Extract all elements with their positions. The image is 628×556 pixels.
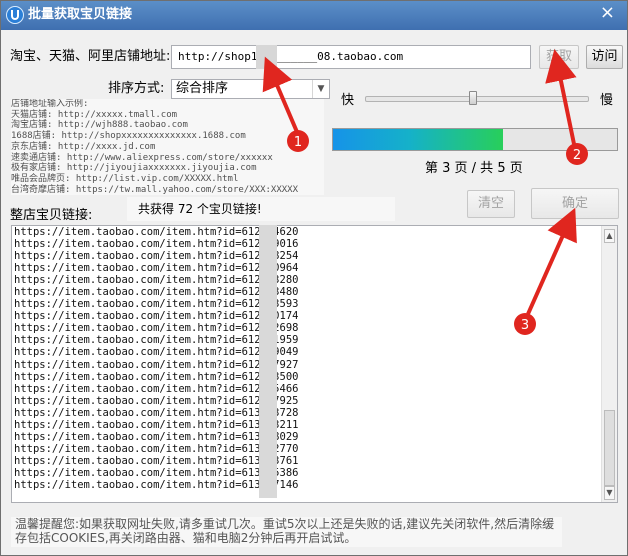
example-line: 店铺地址输入示例: bbox=[11, 99, 89, 109]
example-line: 速卖通店铺: http://www.aliexpress.com/store/x… bbox=[11, 152, 273, 163]
app-window: 批量获取宝贝链接 × 淘宝、天猫、阿里店铺地址: http://shop147_… bbox=[0, 0, 628, 556]
store-url-label: 淘宝、天猫、阿里店铺地址: bbox=[10, 49, 171, 64]
scroll-down-icon[interactable]: ▼ bbox=[604, 486, 615, 500]
result-link-row: https://item.taobao.com/item.htm?id=6129… bbox=[14, 382, 299, 395]
result-link-row: https://item.taobao.com/item.htm?id=6127… bbox=[14, 322, 299, 335]
example-line: 京东店铺: http://xxxx.jd.com bbox=[11, 141, 156, 152]
result-link-row: https://item.taobao.com/item.htm?id=6127… bbox=[14, 346, 299, 359]
result-link-row: https://item.taobao.com/item.htm?id=6134… bbox=[14, 478, 299, 491]
example-line: 台湾奇摩店铺: https://tw.mall.yahoo.com/store/… bbox=[11, 184, 298, 195]
scroll-thumb[interactable] bbox=[604, 410, 615, 486]
result-link-row: https://item.taobao.com/item.htm?id=6126… bbox=[14, 274, 299, 287]
speed-slider-thumb[interactable] bbox=[468, 91, 477, 105]
result-link-row: https://item.taobao.com/item.htm?id=6130… bbox=[14, 418, 299, 431]
app-logo-icon bbox=[6, 6, 24, 24]
tip-message: 温馨提醒您:如果获取网址失败,请多重试几次。重试5次以上还是失败的话,建议先关闭… bbox=[11, 517, 562, 547]
window-title: 批量获取宝贝链接 bbox=[28, 7, 133, 22]
page-progress-bar bbox=[332, 128, 618, 151]
result-link-row: https://item.taobao.com/item.htm?id=6123… bbox=[14, 250, 299, 263]
result-link-row: https://item.taobao.com/item.htm?id=6127… bbox=[14, 298, 299, 311]
sort-select[interactable]: 综合排序 ▼ bbox=[171, 79, 330, 99]
result-link-row: https://item.taobao.com/item.htm?id=6120… bbox=[14, 226, 299, 238]
link-id-redaction bbox=[259, 225, 277, 498]
result-link-row: https://item.taobao.com/item.htm?id=6129… bbox=[14, 370, 299, 383]
result-link-row: https://item.taobao.com/item.htm?id=6127… bbox=[14, 286, 299, 299]
result-link-row: https://item.taobao.com/item.htm?id=6127… bbox=[14, 334, 299, 347]
speed-slider-track[interactable] bbox=[365, 96, 589, 102]
title-bar[interactable]: 批量获取宝贝链接 × bbox=[1, 1, 627, 30]
result-count-status: 共获得 72 个宝贝链接! bbox=[127, 197, 395, 221]
results-label: 整店宝贝链接: bbox=[10, 208, 93, 223]
speed-slow-label: 慢 bbox=[600, 93, 614, 108]
page-progress-text: 第 3 页 / 共 5 页 bbox=[425, 161, 523, 176]
progress-fill bbox=[333, 129, 504, 150]
fetch-button[interactable]: 获取 bbox=[539, 45, 579, 69]
result-links-list[interactable]: https://item.taobao.com/item.htm?id=6120… bbox=[11, 225, 618, 503]
sort-label: 排序方式: bbox=[108, 81, 165, 96]
tip-text: 温馨提醒您:如果获取网址失败,请多重试几次。重试5次以上还是失败的话,建议先关闭… bbox=[15, 517, 555, 545]
close-icon[interactable]: × bbox=[600, 3, 615, 23]
result-link-row: https://item.taobao.com/item.htm?id=6132… bbox=[14, 454, 299, 467]
result-link-row: https://item.taobao.com/item.htm?id=6131… bbox=[14, 430, 299, 443]
result-link-row: https://item.taobao.com/item.htm?id=6129… bbox=[14, 394, 299, 407]
vertical-scrollbar[interactable]: ▲ ▼ bbox=[601, 226, 617, 502]
result-link-row: https://item.taobao.com/item.htm?id=6125… bbox=[14, 262, 299, 275]
example-line: 天猫店铺: http://xxxxx.tmall.com bbox=[11, 109, 178, 120]
confirm-button[interactable]: 确定 bbox=[531, 188, 619, 219]
scroll-up-icon[interactable]: ▲ bbox=[604, 229, 615, 243]
result-link-row: https://item.taobao.com/item.htm?id=6132… bbox=[14, 466, 299, 479]
result-link-row: https://item.taobao.com/item.htm?id=6130… bbox=[14, 406, 299, 419]
result-link-row: https://item.taobao.com/item.htm?id=6127… bbox=[14, 310, 299, 323]
example-line: 淘宝店铺: http://wjh888.taobao.com bbox=[11, 120, 188, 131]
example-line: 1688店铺: http://shopxxxxxxxxxxxxxx.1688.c… bbox=[11, 131, 246, 142]
speed-fast-label: 快 bbox=[341, 93, 355, 108]
example-line: 唯品会品牌页: http://list.vip.com/XXXXX.html bbox=[11, 173, 239, 184]
visit-button[interactable]: 访问 bbox=[586, 45, 623, 69]
result-links-content: https://item.taobao.com/item.htm?id=6120… bbox=[12, 226, 600, 502]
result-link-row: https://item.taobao.com/item.htm?id=6121… bbox=[14, 238, 299, 251]
result-link-row: https://item.taobao.com/item.htm?id=6131… bbox=[14, 442, 299, 455]
sort-select-value: 综合排序 bbox=[176, 81, 229, 96]
clear-button[interactable]: 清空 bbox=[467, 190, 515, 218]
example-line: 极有家店铺: http://jiyoujiaxxxxxxx.jiyoujia.c… bbox=[11, 163, 257, 174]
result-link-row: https://item.taobao.com/item.htm?id=6128… bbox=[14, 358, 299, 371]
chevron-down-icon[interactable]: ▼ bbox=[312, 80, 329, 98]
url-redaction bbox=[256, 45, 277, 69]
store-url-examples: 店铺地址输入示例: 天猫店铺: http://xxxxx.tmall.com 淘… bbox=[11, 99, 324, 195]
store-url-input[interactable]: http://shop147_______08.taobao.com bbox=[171, 45, 531, 69]
